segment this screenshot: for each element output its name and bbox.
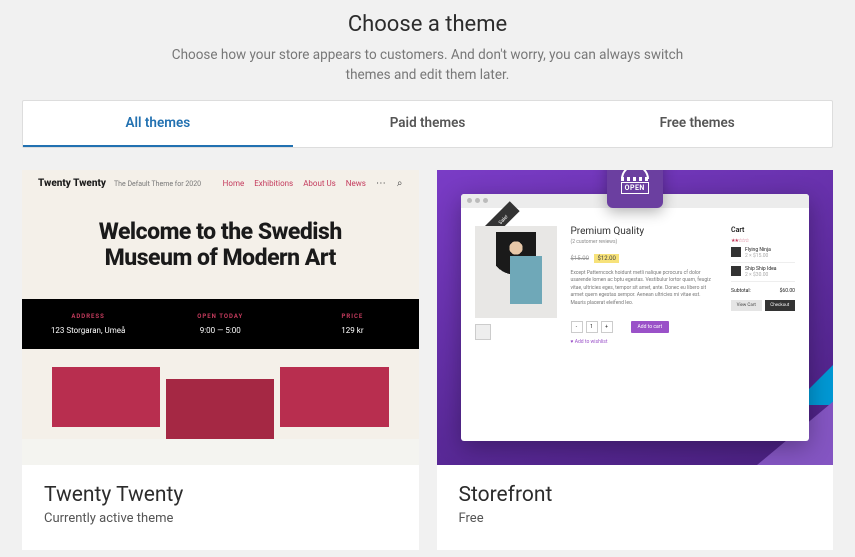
block — [166, 379, 274, 439]
hero-line: Welcome to the Swedish — [99, 218, 342, 245]
product-thumb — [475, 324, 491, 340]
page-title: Choose a theme — [40, 12, 815, 37]
cart-title: Cart — [731, 226, 795, 234]
tab-paid-themes[interactable]: Paid themes — [293, 101, 563, 147]
band-label: OPEN TODAY — [154, 313, 286, 320]
checkout-button: Checkout — [765, 300, 796, 311]
cart-item-meta: 2 × $30.00 — [745, 272, 777, 278]
nav-item: Home — [223, 179, 245, 188]
view-cart-button: View Cart — [731, 300, 762, 311]
add-to-cart-button: Add to cart — [631, 321, 670, 333]
preview-info-band: ADDRESS 123 Storgaran, Umeå OPEN TODAY 9… — [22, 299, 419, 349]
nav-item: Exhibitions — [254, 179, 293, 188]
qty-value: 1 — [586, 321, 598, 333]
store-open-icon: OPEN — [607, 170, 663, 208]
subtotal-value: $60.00 — [780, 288, 795, 294]
subtotal-label: Subtotal: — [731, 288, 751, 294]
cart-item: Flying Ninja 2 × $15.00 — [731, 244, 795, 263]
band-label: ADDRESS — [22, 313, 154, 320]
theme-card-twenty-twenty[interactable]: Twenty Twenty The Default Theme for 2020… — [22, 170, 419, 550]
tab-free-themes[interactable]: Free themes — [562, 101, 832, 147]
cart-thumb — [731, 266, 741, 276]
band-label: PRICE — [286, 313, 418, 320]
search-icon: ⌕ — [397, 178, 403, 189]
hero-line: Museum of Modern Art — [105, 244, 336, 271]
band-value: 9:00 — 5:00 — [154, 326, 286, 335]
theme-preview: Twenty Twenty The Default Theme for 2020… — [22, 170, 419, 465]
preview-nav: Home Exhibitions About Us News ⋯ ⌕ — [223, 178, 403, 189]
window-dot — [475, 198, 480, 203]
theme-preview: OPEN Sale! — [437, 170, 834, 465]
wishlist-link: ♥ Add to wishlist — [571, 339, 718, 345]
theme-tabs: All themes Paid themes Free themes — [22, 100, 833, 148]
theme-name: Twenty Twenty — [44, 483, 397, 507]
cart-item-name: Flying Ninja — [745, 247, 771, 253]
preview-tagline: The Default Theme for 2020 — [114, 180, 201, 188]
theme-status: Free — [459, 511, 812, 526]
price-new: $12.00 — [594, 254, 618, 263]
block — [52, 367, 160, 427]
nav-item: About Us — [303, 179, 336, 188]
preview-logo: Twenty Twenty — [38, 178, 106, 189]
product-image — [475, 226, 557, 318]
qty-plus: + — [601, 321, 613, 333]
block — [280, 367, 388, 427]
tab-all-themes[interactable]: All themes — [23, 101, 293, 147]
theme-status: Currently active theme — [44, 511, 397, 526]
window-dot — [467, 198, 472, 203]
qty-minus: - — [571, 321, 583, 333]
cart-thumb — [731, 247, 741, 257]
cart-item-meta: 2 × $15.00 — [745, 253, 771, 259]
window-dot — [483, 198, 488, 203]
cart-item: Ship Ship Idea 2 × $30.00 — [731, 263, 795, 282]
cart-item-name: Ship Ship Idea — [745, 266, 777, 272]
band-value: 123 Storgaran, Umeå — [22, 326, 154, 335]
awning-icon — [621, 170, 649, 180]
product-title: Premium Quality — [571, 226, 718, 237]
product-description: Except Patterncock hoidunt metli nalique… — [571, 270, 718, 308]
open-label: OPEN — [621, 182, 649, 194]
more-icon: ⋯ — [376, 178, 387, 189]
band-value: 129 kr — [286, 326, 418, 335]
review-count: (2 customer reviews) — [571, 239, 718, 245]
price-old: $15.00 — [571, 255, 589, 262]
theme-name: Storefront — [459, 483, 812, 507]
preview-hero: Welcome to the Swedish Museum of Modern … — [42, 219, 399, 272]
preview-blocks — [22, 349, 419, 439]
nav-item: News — [346, 179, 366, 188]
theme-card-storefront[interactable]: OPEN Sale! — [437, 170, 834, 550]
page-subtitle: Choose how your store appears to custome… — [158, 45, 698, 86]
